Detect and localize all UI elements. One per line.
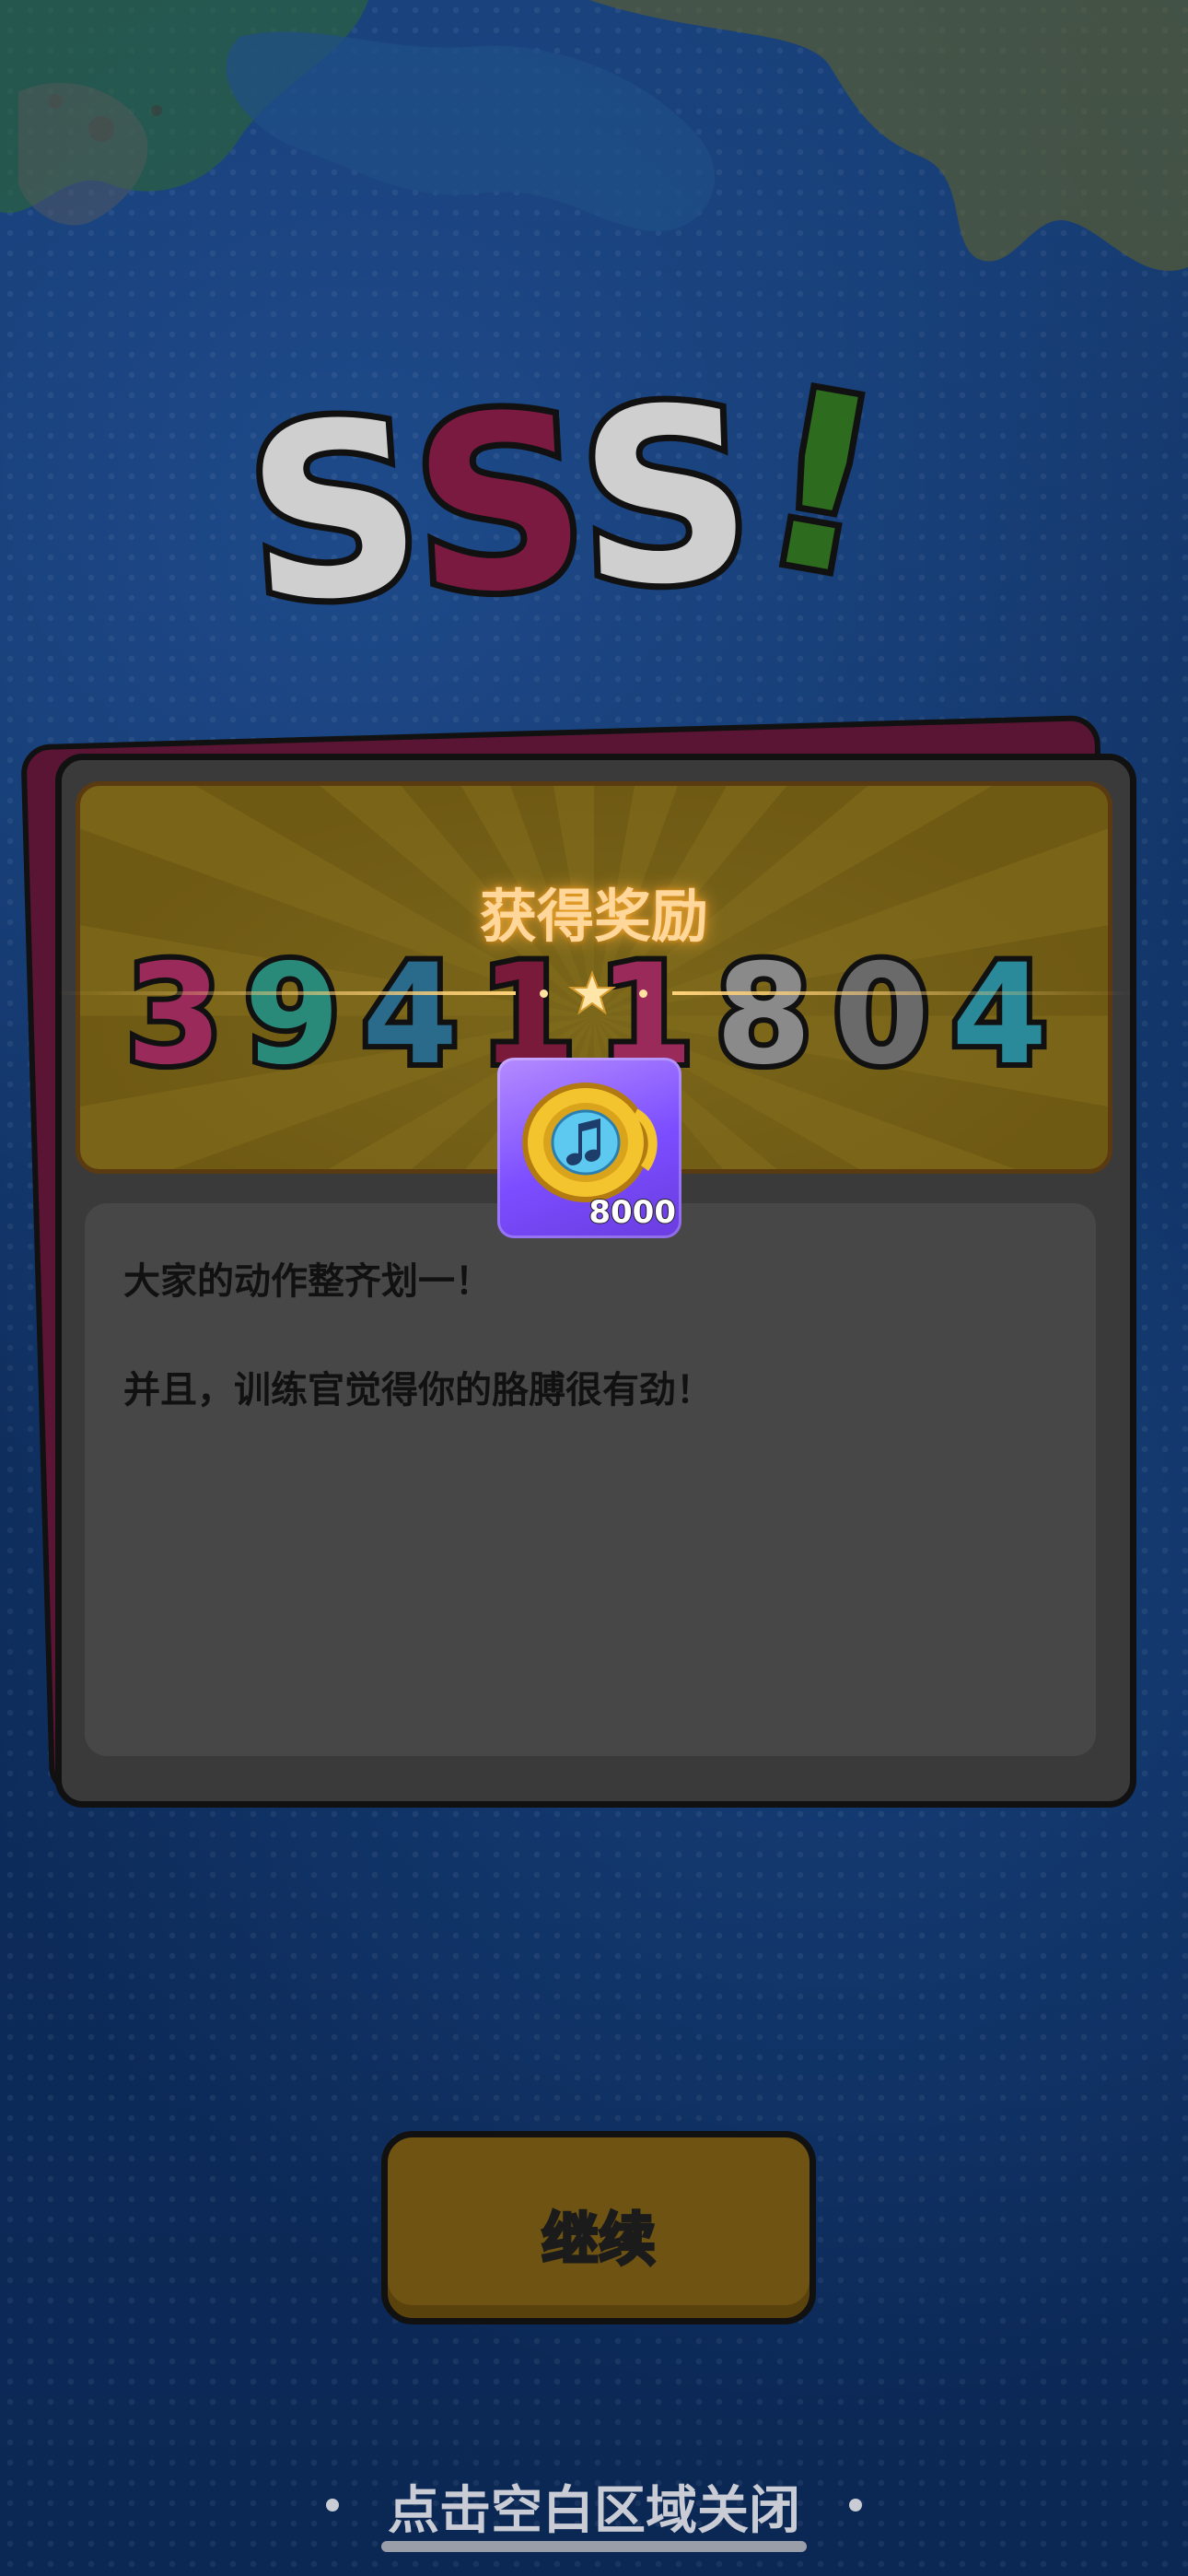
message-line-1: 大家的动作整齐划一！	[123, 1260, 492, 1303]
gold-dot	[540, 989, 548, 998]
svg-text:S: S	[407, 362, 594, 636]
score-digit: 3	[126, 935, 222, 1095]
gold-dot	[639, 989, 647, 998]
svg-text:S: S	[249, 368, 430, 636]
star-icon	[568, 970, 616, 1015]
gold-divider-left	[55, 991, 516, 995]
continue-button-label: 继续	[540, 2205, 657, 2275]
reward-title: 获得奖励	[479, 883, 708, 950]
hint-dot	[849, 2499, 862, 2512]
tap-to-close-hint: 点击空白区域关闭	[388, 2481, 800, 2541]
svg-text:S: S	[575, 356, 757, 636]
score-digit: 4	[362, 935, 458, 1095]
score-digit: 4	[951, 935, 1047, 1095]
gold-divider-right	[672, 991, 1133, 995]
score-digit: 8	[716, 935, 811, 1095]
home-indicator[interactable]	[381, 2541, 807, 2552]
rank-sss-logo: S S S !	[249, 332, 905, 636]
score-digit: 9	[244, 935, 340, 1095]
score-digit: 0	[833, 935, 929, 1095]
message-line-2: 并且，训练官觉得你的胳膊很有劲！	[123, 1369, 713, 1411]
reward-count: 8000	[588, 1193, 677, 1232]
svg-text:!: !	[743, 338, 899, 631]
